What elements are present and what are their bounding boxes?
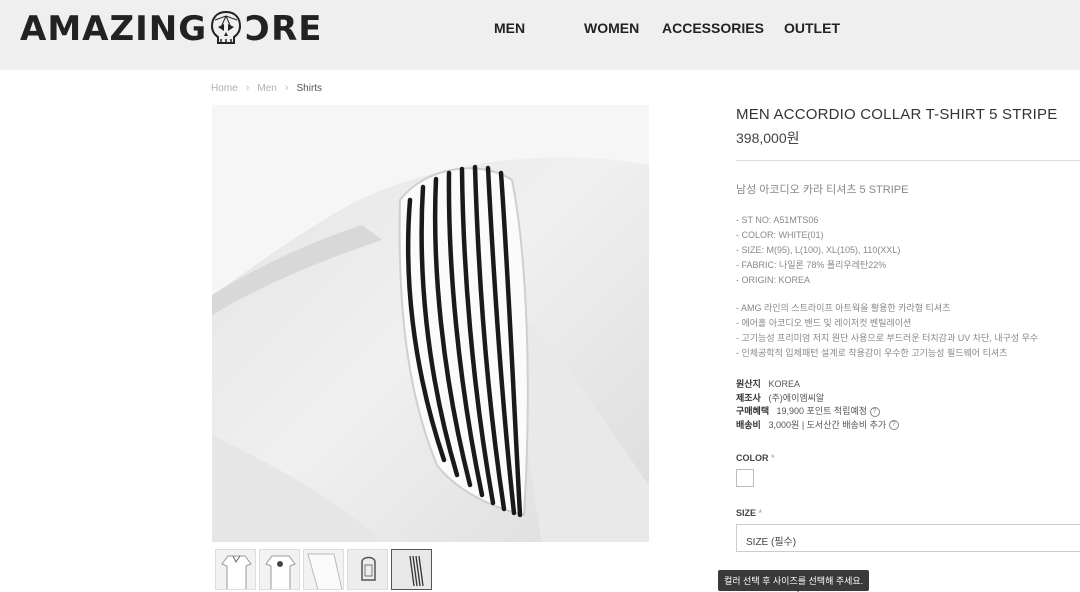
product-main-image[interactable] xyxy=(212,105,649,542)
spec-style-no: - ST NO: A51MTS06 xyxy=(736,215,819,225)
thumbnail-strip xyxy=(215,549,432,590)
chevron-right-icon: › xyxy=(245,82,250,94)
skull-icon xyxy=(211,10,242,44)
logo-bracket: Ↄ xyxy=(245,9,272,49)
spec-size: - SIZE: M(95), L(100), XL(105), 110(XXL) xyxy=(736,245,901,255)
brand-logo[interactable]: AMAZING Ↄ RE xyxy=(20,9,323,49)
maker-value: (주)에이엠씨알 xyxy=(768,392,825,403)
required-mark: * xyxy=(758,508,763,518)
product-title: MEN ACCORDIO COLLAR T-SHIRT 5 STRIPE xyxy=(736,106,1058,123)
breadcrumb-home[interactable]: Home xyxy=(211,83,238,94)
shipping-label: 배송비 xyxy=(736,419,761,430)
feature-line: - 에어홀 아코디오 밴드 및 레이저컷 벤틸레이션 xyxy=(736,318,912,328)
color-swatch-white[interactable] xyxy=(736,469,754,487)
help-icon[interactable]: ? xyxy=(888,420,899,431)
benefit-value: 19,900 포인트 적립예정 xyxy=(776,406,868,416)
breadcrumb-men[interactable]: Men xyxy=(257,83,276,94)
product-subtitle: 남성 아코디오 카라 티셔츠 5 STRIPE xyxy=(736,184,909,196)
breadcrumb: Home › Men › Shirts xyxy=(211,82,322,94)
nav-accessories[interactable]: ACCESSORIES xyxy=(662,20,764,36)
spec-color: - COLOR: WHITE(01) xyxy=(736,230,824,240)
feature-line: - 인체공학적 입체패턴 설계로 착용감이 우수한 고기능성 필드웨어 티셔츠 xyxy=(736,348,1008,358)
thumbnail-back[interactable] xyxy=(259,549,300,590)
thumbnail-logo-back[interactable] xyxy=(347,549,388,590)
nav-outlet[interactable]: OUTLET xyxy=(784,20,840,36)
spec-origin: - ORIGIN: KOREA xyxy=(736,275,811,285)
product-features: - AMG 라인의 스트라이프 아트웍을 활용한 카라형 티셔츠 - 에어홀 아… xyxy=(736,301,1038,361)
chevron-right-icon: › xyxy=(284,82,289,94)
shipping-value: 3,000원 | 도서산간 배송비 추가 xyxy=(768,419,887,430)
size-option-label: SIZE * xyxy=(736,508,763,518)
origin-label: 원산지 xyxy=(736,379,761,389)
tooltip-arrow xyxy=(794,588,802,592)
nav-women[interactable]: WOMEN xyxy=(584,20,639,36)
color-option-label: COLOR * xyxy=(736,453,775,463)
size-select[interactable]: SIZE (필수) xyxy=(736,524,1080,552)
logo-text-left: AMAZING xyxy=(20,9,208,49)
origin-value: KOREA xyxy=(768,379,801,389)
stripe-detail-photo xyxy=(212,105,649,542)
product-specs: - ST NO: A51MTS06 - COLOR: WHITE(01) - S… xyxy=(736,213,900,288)
help-icon[interactable]: ? xyxy=(869,406,880,417)
thumbnail-stripe-detail[interactable] xyxy=(391,549,432,590)
divider xyxy=(736,160,1080,161)
site-header: AMAZING Ↄ RE MEN WOMEN ACCESSORIES OUTLET xyxy=(0,0,1080,70)
product-price: 398,000원 xyxy=(736,130,800,146)
nav-men[interactable]: MEN xyxy=(494,20,525,36)
thumbnail-front[interactable] xyxy=(215,549,256,590)
maker-label: 제조사 xyxy=(736,392,761,403)
thumbnail-sleeve[interactable] xyxy=(303,549,344,590)
required-mark: * xyxy=(771,453,775,463)
spec-fabric: - FABRIC: 나일론 78% 폴리우레탄22% xyxy=(736,260,887,270)
logo-text-right: RE xyxy=(271,9,323,49)
breadcrumb-shirts[interactable]: Shirts xyxy=(296,83,322,94)
product-meta: 원산지 KOREA 제조사 (주)에이엠씨알 구매혜택 19,900 포인트 적… xyxy=(736,378,899,432)
benefit-label: 구매혜택 xyxy=(736,406,770,416)
feature-line: - 고기능성 프리미엄 저지 원단 사용으로 부드러운 터치감과 UV 차단, … xyxy=(736,333,1039,343)
feature-line: - AMG 라인의 스트라이프 아트웍을 활용한 카라형 티셔츠 xyxy=(736,303,951,313)
